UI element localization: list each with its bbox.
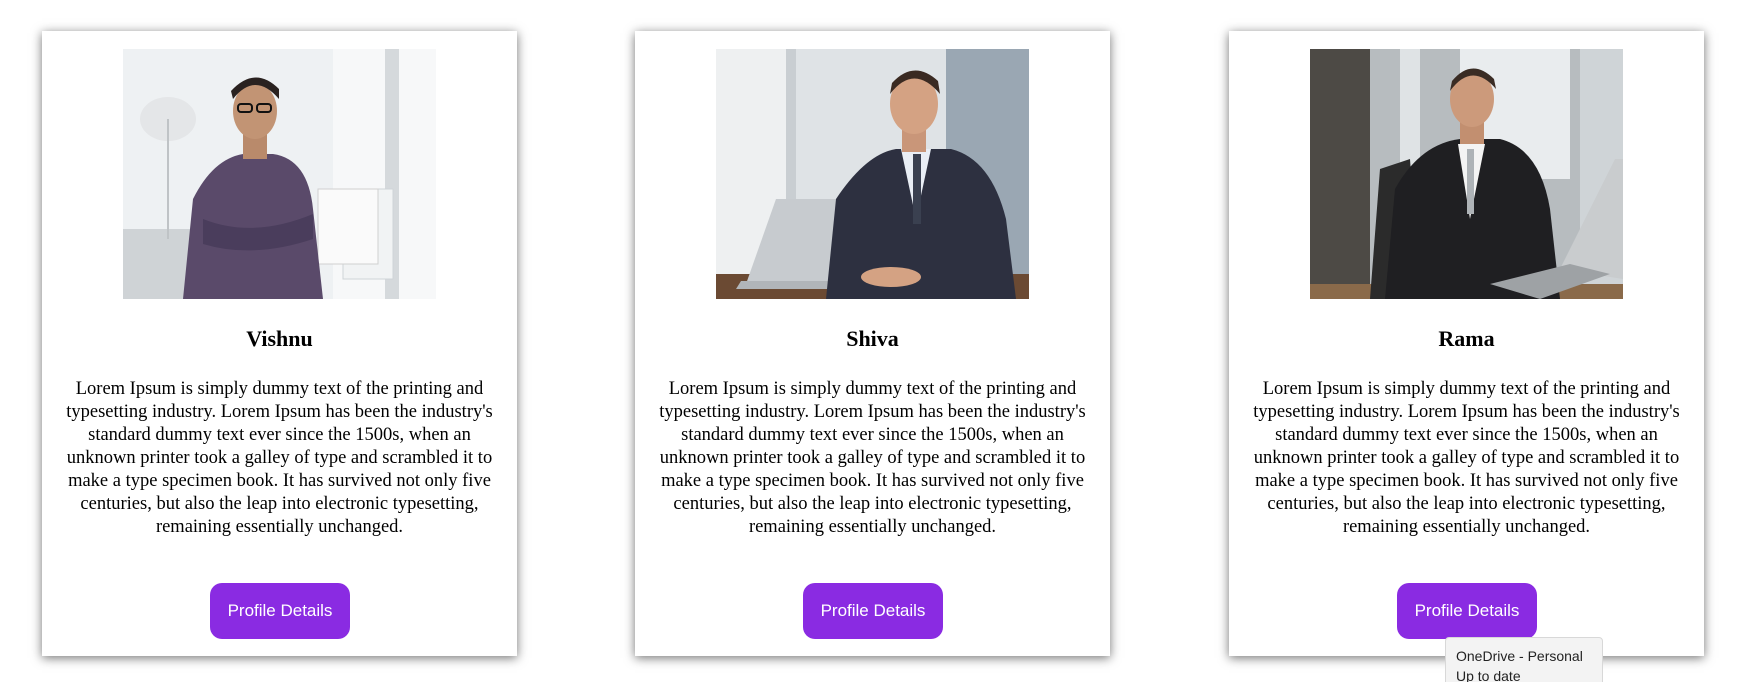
profile-photo — [716, 49, 1029, 299]
profile-card-shiva: Shiva Lorem Ipsum is simply dummy text o… — [635, 31, 1110, 656]
onedrive-tooltip: OneDrive - Personal Up to date — [1445, 637, 1603, 682]
profile-name: Shiva — [846, 326, 899, 351]
profile-photo — [123, 49, 436, 299]
page: Vishnu Lorem Ipsum is simply dummy text … — [0, 0, 1759, 682]
profile-bio: Lorem Ipsum is simply dummy text of the … — [66, 379, 493, 537]
profile-card-rama: Rama Lorem Ipsum is simply dummy text of… — [1229, 31, 1704, 656]
profile-bio: Lorem Ipsum is simply dummy text of the … — [659, 379, 1086, 537]
profile-name: Vishnu — [246, 326, 313, 351]
profile-card-vishnu: Vishnu Lorem Ipsum is simply dummy text … — [42, 31, 517, 656]
tooltip-title: OneDrive - Personal — [1456, 648, 1583, 664]
profile-details-button[interactable]: Profile Details — [803, 583, 943, 639]
profile-name: Rama — [1438, 326, 1495, 351]
profile-details-button[interactable]: Profile Details — [210, 583, 350, 639]
profile-bio: Lorem Ipsum is simply dummy text of the … — [1253, 379, 1680, 537]
profile-details-button[interactable]: Profile Details — [1397, 583, 1537, 639]
profile-photo — [1310, 49, 1623, 299]
tooltip-status: Up to date — [1456, 668, 1521, 682]
